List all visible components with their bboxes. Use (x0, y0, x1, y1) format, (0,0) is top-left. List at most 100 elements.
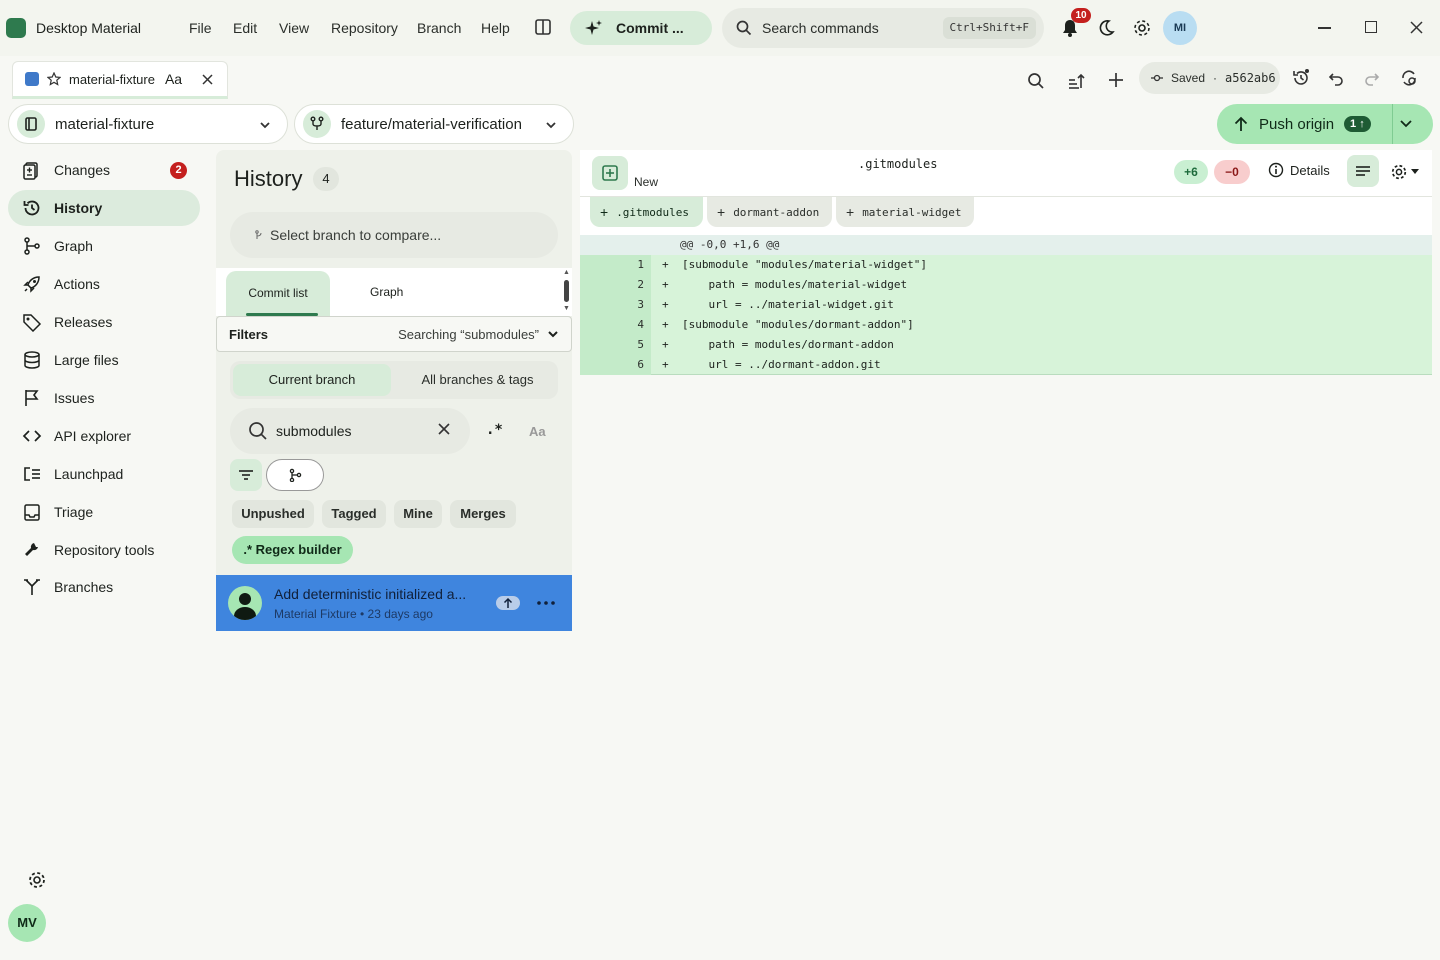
line-sign: + (662, 258, 669, 271)
database-icon (22, 350, 42, 370)
scroll-up-icon[interactable]: ▲ (563, 269, 570, 276)
push-options-chevron-icon[interactable] (1399, 118, 1413, 130)
sidebar-item-graph[interactable]: Graph (8, 228, 200, 264)
moon-icon[interactable] (1097, 19, 1115, 37)
branch-selector[interactable]: feature/material-verification (294, 104, 574, 144)
sidebar-item-branches[interactable]: Branches (8, 569, 200, 605)
commit-list-item[interactable]: Add deterministic initialized a... Mater… (216, 575, 572, 631)
minimize-icon[interactable] (1318, 27, 1331, 29)
launchpad-icon (22, 464, 42, 484)
unpushed-commit-icon (496, 596, 520, 610)
menu-branch[interactable]: Branch (417, 20, 461, 36)
clear-search-icon[interactable] (438, 423, 450, 435)
sidebar-item-issues[interactable]: Issues (8, 380, 200, 416)
file-chip-gitmodules[interactable]: + .gitmodules (590, 197, 703, 227)
more-options-icon[interactable] (537, 601, 555, 605)
line-sign: + (662, 358, 669, 371)
sidebar-item-actions[interactable]: Actions (8, 266, 200, 302)
commit-search-input[interactable]: submodules (230, 408, 470, 454)
close-icon[interactable] (1410, 21, 1423, 34)
scroll-down-icon[interactable]: ▼ (563, 305, 570, 312)
sidebar-item-triage[interactable]: Triage (8, 494, 200, 530)
sort-icon[interactable] (1067, 72, 1085, 90)
commit-button[interactable]: Commit ... (570, 11, 712, 45)
font-toggle[interactable]: Aa (165, 71, 182, 87)
chip-mine[interactable]: Mine (394, 500, 442, 528)
arrow-up-icon (1233, 116, 1249, 132)
undo-icon[interactable] (1328, 70, 1344, 86)
settings-sync-icon[interactable] (1400, 69, 1418, 87)
scrollbar-thumb[interactable] (564, 280, 569, 302)
search-repo-icon[interactable] (1027, 72, 1045, 90)
sidebar-item-launchpad[interactable]: Launchpad (8, 456, 200, 492)
hunk-header: @@ -0,0 +1,6 @@ (580, 235, 1432, 255)
command-search[interactable]: Search commands Ctrl+Shift+F (722, 8, 1044, 48)
sidebar-item-changes[interactable]: Changes 2 (8, 152, 200, 188)
file-added-icon (592, 156, 628, 190)
file-chip-dormant-addon[interactable]: + dormant-addon (707, 197, 832, 227)
wrap-lines-icon (1355, 163, 1371, 179)
scope-all-branches[interactable]: All branches & tags (400, 364, 555, 396)
tab-graph[interactable]: Graph (370, 285, 403, 299)
regex-builder-button[interactable]: .* Regex builder (232, 536, 353, 564)
star-icon[interactable] (47, 72, 61, 86)
push-divider (1392, 104, 1393, 144)
menu-file[interactable]: File (189, 20, 212, 36)
regex-toggle[interactable]: .* (486, 422, 503, 438)
gear-icon[interactable] (1132, 18, 1152, 38)
deletions-count: −0 (1214, 160, 1250, 184)
branch-scope-toggle: Current branch All branches & tags (230, 361, 558, 399)
diff-line: 4 + [submodule "modules/dormant-addon"] (580, 315, 1432, 335)
diff-line: 1 + [submodule "modules/material-widget"… (580, 255, 1432, 275)
triage-icon (22, 502, 42, 522)
menu-help[interactable]: Help (481, 20, 510, 36)
add-icon[interactable] (1108, 72, 1124, 88)
details-button[interactable]: Details (1268, 162, 1330, 178)
menu-edit[interactable]: Edit (233, 20, 257, 36)
branch-filter-button[interactable] (266, 459, 324, 491)
repository-selector[interactable]: material-fixture (8, 104, 288, 144)
sidebar-item-large-files[interactable]: Large files (8, 342, 200, 378)
diff-settings-button[interactable] (1390, 163, 1419, 181)
title-bar: Desktop Material File Edit View Reposito… (0, 0, 1440, 56)
line-code: [submodule "modules/dormant-addon"] (682, 318, 914, 331)
sidebar-item-label: History (54, 200, 103, 216)
sidebar-item-releases[interactable]: Releases (8, 304, 200, 340)
file-chip-material-widget[interactable]: + material-widget (836, 197, 974, 227)
sidebar-item-label: Issues (54, 390, 95, 406)
notification-badge: 10 (1071, 8, 1091, 23)
user-avatar[interactable]: MI (1163, 11, 1197, 45)
scope-current-branch[interactable]: Current branch (233, 364, 391, 396)
sidebar-item-label: Repository tools (54, 542, 155, 558)
sidebar-item-repository-tools[interactable]: Repository tools (8, 532, 200, 568)
chip-tagged[interactable]: Tagged (322, 500, 386, 528)
sidebar-item-history[interactable]: History (8, 190, 200, 226)
chip-merges[interactable]: Merges (450, 500, 516, 528)
repo-tab[interactable]: material-fixture Aa (12, 61, 228, 99)
app-title: Desktop Material (36, 20, 142, 36)
additions-count: +6 (1174, 160, 1208, 184)
tab-close-icon[interactable] (202, 73, 213, 85)
filters-toggle[interactable]: Filters Searching “submodules” (216, 316, 572, 352)
filter-options-button[interactable] (230, 459, 262, 491)
tab-commit-list[interactable]: Commit list (226, 271, 330, 316)
restore-history-icon[interactable] (1291, 68, 1311, 88)
chip-unpushed[interactable]: Unpushed (232, 500, 314, 528)
app-logo-icon (6, 18, 26, 38)
menu-repository[interactable]: Repository (331, 20, 398, 36)
plus-icon: + (600, 204, 609, 220)
wrap-lines-button[interactable] (1347, 155, 1379, 187)
menu-view[interactable]: View (279, 20, 309, 36)
sidebar-item-api-explorer[interactable]: API explorer (8, 418, 200, 454)
redo-icon[interactable] (1364, 70, 1380, 86)
compare-branch-input[interactable]: Select branch to compare... (230, 212, 558, 258)
case-sensitive-toggle[interactable]: Aa (529, 424, 546, 439)
save-status-commit: a562ab6 (1225, 71, 1276, 85)
panel-toggle-icon[interactable] (534, 18, 552, 36)
maximize-icon[interactable] (1365, 21, 1377, 33)
chevron-down-icon (547, 328, 559, 340)
tag-icon (22, 312, 42, 332)
account-avatar[interactable]: MV (8, 904, 46, 942)
sidebar-settings-icon[interactable] (27, 870, 47, 890)
push-origin-button[interactable]: Push origin 1 ↑ (1217, 104, 1433, 144)
